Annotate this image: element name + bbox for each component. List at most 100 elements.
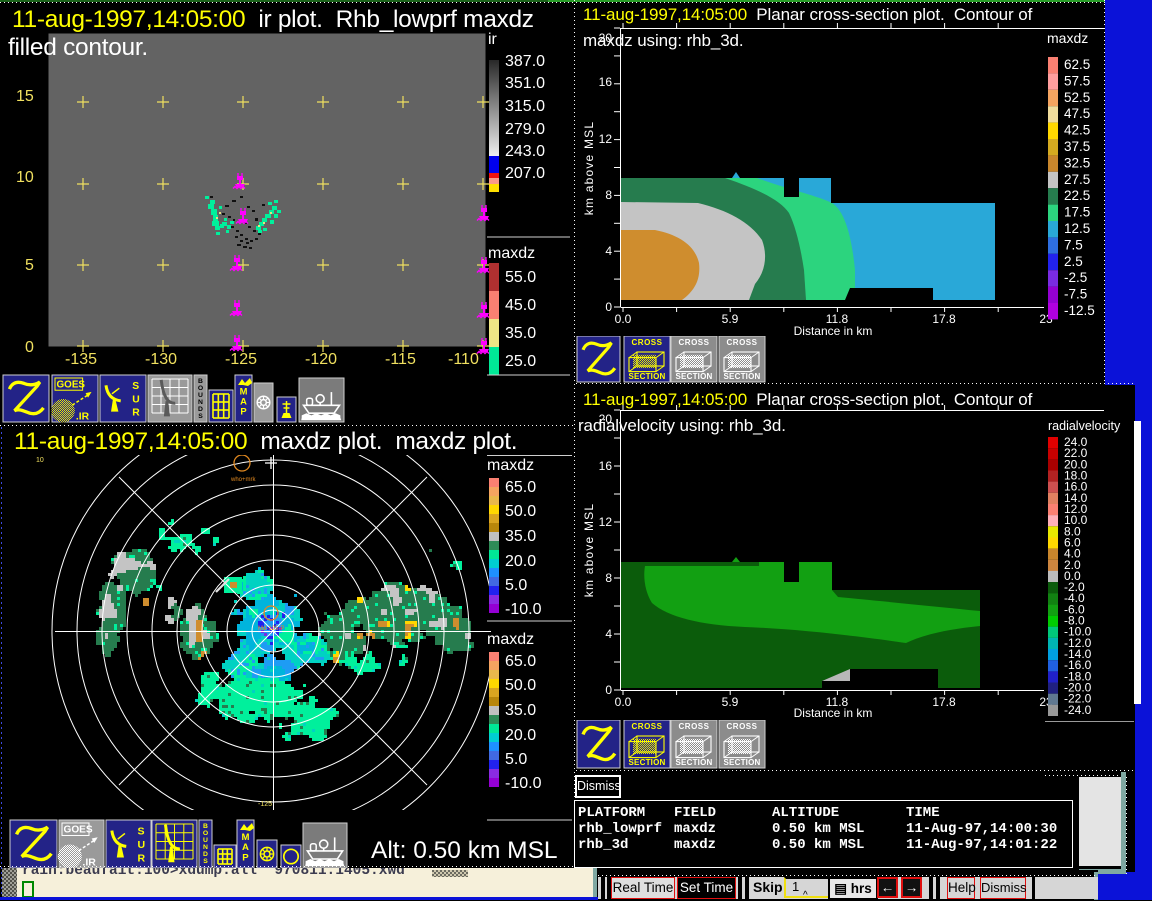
svg-text:GOES: GOES bbox=[57, 379, 86, 390]
svg-text:25.0: 25.0 bbox=[505, 353, 536, 370]
svg-text:R: R bbox=[138, 852, 146, 864]
svg-text:-10.0: -10.0 bbox=[505, 601, 542, 618]
svg-text:-12.5: -12.5 bbox=[1064, 303, 1095, 318]
svg-text:0: 0 bbox=[605, 683, 612, 697]
svg-text:35.0: 35.0 bbox=[505, 528, 536, 545]
svg-text:maxdz: maxdz bbox=[1047, 30, 1088, 46]
svg-text:16: 16 bbox=[599, 459, 613, 473]
svg-text:who+mrk: who+mrk bbox=[230, 477, 257, 483]
svg-text:SECTION: SECTION bbox=[724, 372, 761, 381]
svg-text:35.0: 35.0 bbox=[505, 325, 536, 342]
svg-text:U: U bbox=[132, 394, 139, 405]
svg-text:maxdz: maxdz bbox=[488, 245, 535, 262]
svg-text:387.0: 387.0 bbox=[505, 53, 545, 70]
svg-text:10: 10 bbox=[36, 457, 44, 464]
svg-text:35.0: 35.0 bbox=[505, 702, 536, 719]
svg-text:O: O bbox=[198, 385, 203, 392]
svg-text:S: S bbox=[132, 381, 139, 392]
svg-text:45.0: 45.0 bbox=[505, 297, 536, 314]
svg-text:62.5: 62.5 bbox=[1064, 57, 1090, 72]
svg-text:SECTION: SECTION bbox=[629, 372, 666, 381]
svg-text:U: U bbox=[138, 839, 146, 851]
svg-text:N: N bbox=[198, 399, 203, 406]
svg-text:65.0: 65.0 bbox=[505, 479, 536, 496]
svg-text:4: 4 bbox=[605, 627, 612, 641]
svg-text:315.0: 315.0 bbox=[505, 98, 545, 115]
svg-text:12.5: 12.5 bbox=[1064, 221, 1090, 236]
svg-text:-2.5: -2.5 bbox=[1064, 270, 1087, 285]
svg-text:SECTION: SECTION bbox=[629, 758, 666, 767]
svg-text:7.5: 7.5 bbox=[1064, 237, 1083, 252]
svg-text:CROSS: CROSS bbox=[632, 722, 663, 731]
svg-text:17.5: 17.5 bbox=[1064, 205, 1090, 220]
svg-text:-24.0: -24.0 bbox=[1064, 703, 1092, 717]
svg-text:R: R bbox=[132, 407, 140, 418]
svg-text:22.5: 22.5 bbox=[1064, 188, 1090, 203]
svg-text:.IR: .IR bbox=[76, 412, 90, 423]
svg-text:5.9: 5.9 bbox=[722, 695, 739, 709]
svg-text:32.5: 32.5 bbox=[1064, 155, 1090, 170]
svg-text:U: U bbox=[198, 392, 203, 399]
svg-text:Distance in km: Distance in km bbox=[794, 706, 873, 720]
svg-text:42.5: 42.5 bbox=[1064, 123, 1090, 138]
svg-text:km above MSL: km above MSL bbox=[582, 503, 596, 597]
svg-text:16: 16 bbox=[599, 75, 613, 89]
svg-text:5.0: 5.0 bbox=[505, 751, 527, 768]
svg-text:0.0: 0.0 bbox=[615, 312, 632, 326]
svg-text:20.0: 20.0 bbox=[505, 727, 536, 744]
svg-text:S: S bbox=[203, 858, 208, 865]
svg-text:2.5: 2.5 bbox=[1064, 254, 1083, 269]
svg-text:S: S bbox=[138, 825, 145, 837]
svg-text:243.0: 243.0 bbox=[505, 143, 545, 160]
svg-text:km above MSL: km above MSL bbox=[582, 121, 596, 215]
svg-text:CROSS: CROSS bbox=[679, 722, 710, 731]
svg-text:20.0: 20.0 bbox=[505, 553, 536, 570]
svg-text:U: U bbox=[203, 837, 208, 844]
svg-text:maxdz: maxdz bbox=[487, 457, 534, 474]
svg-text:D: D bbox=[203, 851, 208, 858]
svg-text:50.0: 50.0 bbox=[505, 503, 536, 520]
svg-text:4: 4 bbox=[605, 244, 612, 258]
svg-text:55.0: 55.0 bbox=[505, 269, 536, 286]
svg-text:maxdz: maxdz bbox=[487, 631, 534, 648]
svg-text:B: B bbox=[198, 378, 203, 385]
svg-text:57.5: 57.5 bbox=[1064, 73, 1090, 88]
svg-text:Md-125-P: Md-125-P bbox=[258, 626, 284, 632]
svg-text:D: D bbox=[198, 406, 203, 413]
svg-text:5.9: 5.9 bbox=[722, 312, 739, 326]
svg-text:37.5: 37.5 bbox=[1064, 139, 1090, 154]
svg-text:-7.5: -7.5 bbox=[1064, 287, 1087, 302]
svg-text:CROSS: CROSS bbox=[727, 722, 758, 731]
svg-text:0: 0 bbox=[605, 300, 612, 314]
svg-text:27.5: 27.5 bbox=[1064, 172, 1090, 187]
svg-text:351.0: 351.0 bbox=[505, 75, 545, 92]
svg-text:O: O bbox=[203, 830, 208, 837]
svg-text:GOES: GOES bbox=[64, 825, 93, 836]
svg-text:12: 12 bbox=[599, 132, 613, 146]
svg-text:17.8: 17.8 bbox=[932, 312, 956, 326]
svg-text:65.0: 65.0 bbox=[505, 653, 536, 670]
svg-text:CROSS: CROSS bbox=[632, 338, 663, 347]
svg-text:B: B bbox=[203, 823, 208, 830]
svg-text:47.5: 47.5 bbox=[1064, 106, 1090, 121]
svg-text:P: P bbox=[240, 405, 246, 416]
svg-text:52.5: 52.5 bbox=[1064, 90, 1090, 105]
svg-text:CROSS: CROSS bbox=[727, 338, 758, 347]
svg-text:8: 8 bbox=[605, 188, 612, 202]
svg-text:SECTION: SECTION bbox=[724, 758, 761, 767]
svg-text:12: 12 bbox=[599, 515, 613, 529]
svg-text:P: P bbox=[242, 852, 249, 863]
svg-text:-10.0: -10.0 bbox=[505, 775, 542, 792]
svg-text:17.8: 17.8 bbox=[932, 695, 956, 709]
svg-text:SECTION: SECTION bbox=[676, 372, 713, 381]
svg-text:5.0: 5.0 bbox=[505, 577, 527, 594]
svg-text:207.0: 207.0 bbox=[505, 165, 545, 182]
svg-text:-125: -125 bbox=[258, 801, 272, 808]
svg-text:279.0: 279.0 bbox=[505, 121, 545, 138]
svg-text:radialvelocity: radialvelocity bbox=[1048, 419, 1121, 433]
svg-text:0.0: 0.0 bbox=[615, 695, 632, 709]
svg-text:8: 8 bbox=[605, 571, 612, 585]
svg-text:CROSS: CROSS bbox=[679, 338, 710, 347]
svg-text:N: N bbox=[203, 844, 208, 851]
svg-text:50.0: 50.0 bbox=[505, 677, 536, 694]
